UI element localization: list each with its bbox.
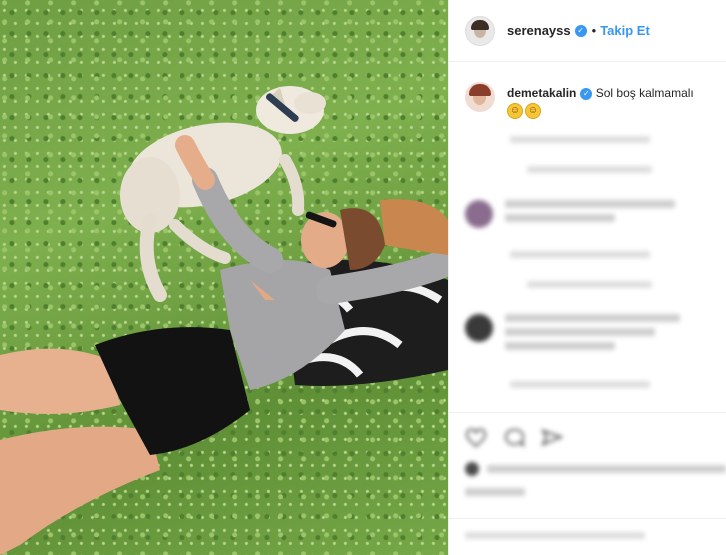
comment-meta-redacted	[465, 251, 726, 258]
caption-comment: demetakalin ✓ Sol boş kalmamalı ☺ ☺	[449, 62, 726, 119]
divider	[449, 518, 726, 519]
add-comment-redacted	[465, 532, 726, 539]
avatar	[465, 200, 493, 228]
likes-redacted	[465, 462, 726, 476]
divider	[449, 412, 726, 413]
comment-meta-redacted	[465, 381, 726, 388]
avatar[interactable]	[465, 15, 495, 46]
verified-badge-icon: ✓	[580, 87, 593, 100]
avatar[interactable]	[465, 82, 495, 112]
reply-link-redacted	[465, 281, 726, 288]
action-bar	[465, 428, 726, 448]
post-photo[interactable]	[0, 0, 448, 555]
smile-emoji-icon: ☺	[507, 103, 523, 119]
share-icon[interactable]	[541, 428, 563, 448]
post-header: serenayss ✓ • Takip Et	[449, 0, 726, 62]
post-side-panel: serenayss ✓ • Takip Et demetakalin ✓ Sol …	[448, 0, 726, 555]
heart-icon[interactable]	[465, 428, 487, 448]
reply-link-redacted	[465, 166, 726, 173]
caption-username[interactable]: demetakalin	[507, 86, 576, 100]
comment-redacted	[465, 200, 726, 228]
comment-icon[interactable]	[503, 428, 525, 448]
follow-button[interactable]: Takip Et	[600, 23, 650, 38]
likes-redacted	[465, 488, 726, 496]
verified-badge-icon: ✓	[574, 24, 587, 37]
photo-illustration	[0, 86, 448, 555]
caption-meta-redacted	[465, 136, 726, 143]
separator-dot: •	[591, 23, 597, 38]
post-username[interactable]: serenayss	[507, 23, 571, 38]
comment-redacted	[465, 314, 726, 350]
caption-text: Sol boş kalmamalı	[595, 86, 694, 100]
laugh-emoji-icon: ☺	[525, 103, 541, 119]
avatar	[465, 314, 493, 342]
